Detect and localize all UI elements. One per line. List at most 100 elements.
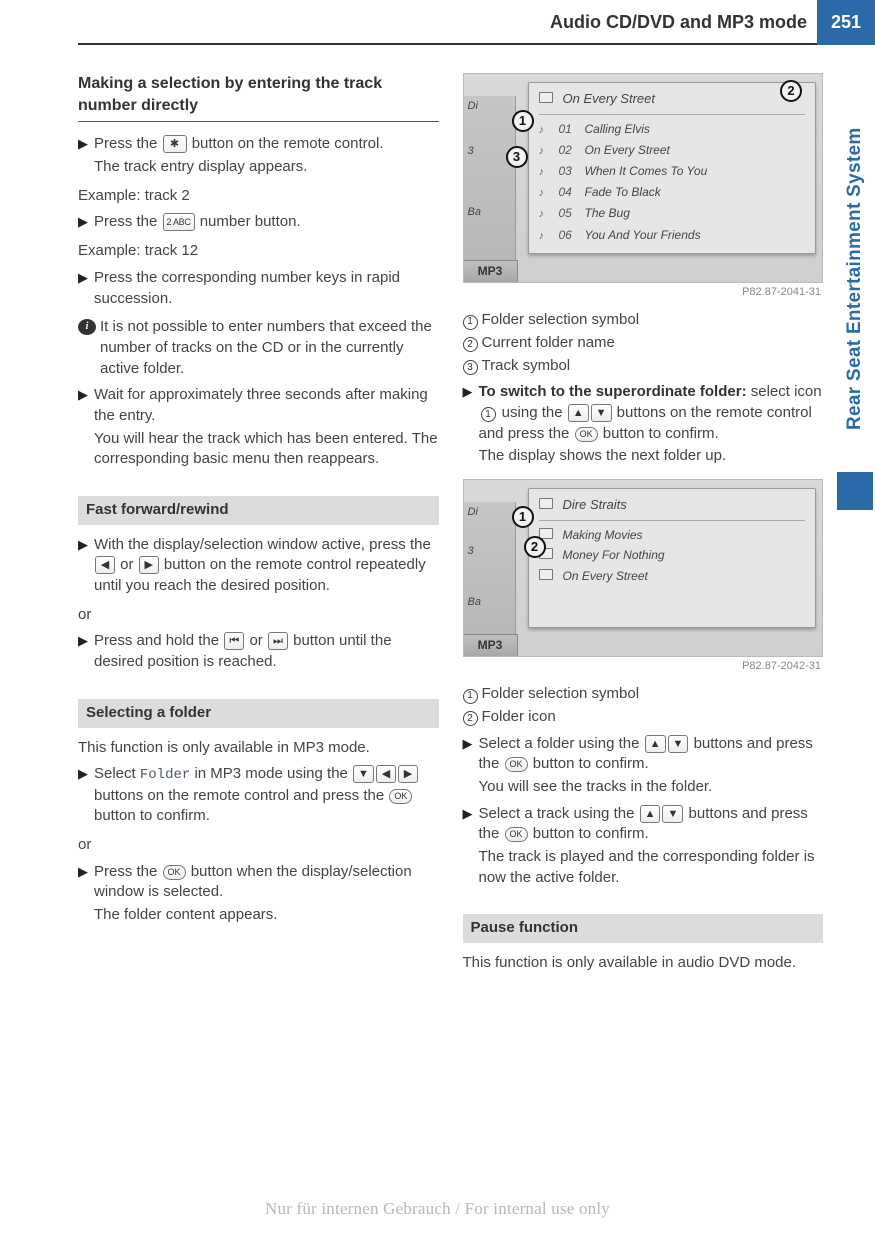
folder-row: Money For Nothing (539, 545, 806, 566)
section-side-tab: Rear Seat Entertainment System (835, 90, 875, 510)
text: It is not possible to enter numbers that… (100, 317, 439, 379)
side-tab-block (837, 472, 873, 510)
text: Select (94, 765, 140, 782)
left-arrow-button-icon: ◀ (376, 765, 396, 783)
text: button to confirm. (533, 825, 649, 842)
text: Press the (94, 135, 162, 152)
footer-watermark: Nur für internen Gebrauch / For internal… (0, 1199, 875, 1219)
step: ▶ With the display/selection window acti… (78, 535, 439, 597)
mp3-tag: MP3 (464, 260, 518, 282)
header-title: Audio CD/DVD and MP3 mode (78, 0, 817, 45)
or-label: or (78, 835, 439, 856)
step-arrow-icon: ▶ (78, 764, 94, 827)
example-label: Example: track 2 (78, 186, 439, 207)
up-arrow-button-icon: ▲ (568, 404, 589, 422)
text: or (249, 632, 267, 649)
text: The track is played and the correspondin… (479, 847, 824, 888)
callout-1: 1 (512, 110, 534, 132)
step: ▶ Press the 2 ABC number button. (78, 212, 439, 233)
figure-title: On Every Street (563, 90, 655, 108)
ref-1-icon: 1 (463, 315, 478, 330)
text: buttons on the remote control and press … (94, 787, 388, 804)
text: Folder icon (482, 707, 824, 728)
track-row: 04Fade To Black (539, 182, 806, 203)
text: Folder selection symbol (482, 684, 824, 705)
text: button to confirm. (603, 425, 719, 442)
down-arrow-button-icon: ▼ (353, 765, 374, 783)
left-column: Making a selection by entering the track… (78, 73, 443, 978)
figure-legend-1: 1 Folder selection symbol 2 Current folder… (463, 310, 824, 376)
menu-item-folder: Folder (140, 767, 190, 783)
note-icon (539, 142, 553, 159)
text: Press the (94, 863, 162, 880)
text: This function is only available in MP3 m… (78, 738, 439, 759)
step-arrow-icon: ▶ (78, 212, 94, 233)
figure-left-strip: Di 3 Ba (464, 502, 516, 634)
step-arrow-icon: ▶ (463, 382, 479, 444)
step: ▶ Press the corresponding number keys in… (78, 268, 439, 309)
page-number: 251 (817, 0, 875, 45)
text: Wait for approximately three seconds aft… (94, 385, 439, 426)
text: number button. (200, 213, 301, 230)
note-icon (539, 163, 553, 180)
ok-button-icon: OK (575, 427, 598, 442)
text: Select a folder using the (479, 735, 644, 752)
star-button-icon: ✱ (163, 135, 187, 153)
folder-icon (539, 495, 557, 516)
down-arrow-button-icon: ▼ (668, 735, 689, 753)
step-arrow-icon: ▶ (78, 862, 94, 903)
text: button to confirm. (94, 807, 210, 824)
text: or (120, 556, 138, 573)
side-tab-label: Rear Seat Entertainment System (844, 90, 866, 468)
up-arrow-button-icon: ▲ (645, 735, 666, 753)
figure-legend-2: 1Folder selection symbol 2Folder icon (463, 684, 824, 727)
section-title-pause: Pause function (463, 914, 824, 943)
track-row: 05The Bug (539, 203, 806, 224)
example-label: Example: track 12 (78, 241, 439, 262)
step-arrow-icon: ▶ (78, 385, 94, 426)
figure-caption: P82.87-2042-31 (463, 659, 824, 674)
ok-button-icon: OK (505, 757, 528, 772)
page-header: Audio CD/DVD and MP3 mode 251 (0, 0, 875, 45)
right-arrow-button-icon: ▶ (139, 556, 159, 574)
step: ▶ To switch to the superordinate folder:… (463, 382, 824, 444)
down-arrow-button-icon: ▼ (662, 805, 683, 823)
text-bold: To switch to the superordinate folder: (479, 383, 747, 400)
text: This function is only available in audio… (463, 953, 824, 974)
note-icon (539, 227, 553, 244)
ok-button-icon: OK (163, 865, 186, 880)
folder-icon (539, 568, 557, 585)
step: ▶ Press and hold the ⏮ or ⏭ button until… (78, 631, 439, 672)
ref-3-icon: 3 (463, 360, 478, 375)
text: The track entry display appears. (94, 157, 439, 178)
up-arrow-button-icon: ▲ (640, 805, 661, 823)
text: Select a track using the (479, 805, 639, 822)
text: With the display/selection window active… (94, 536, 431, 553)
text: using the (502, 404, 567, 421)
note-icon (539, 184, 553, 201)
text: Current folder name (482, 333, 824, 354)
ref-2-icon: 2 (463, 337, 478, 352)
figure-caption: P82.87-2041-31 (463, 285, 824, 300)
down-arrow-button-icon: ▼ (591, 404, 612, 422)
text: button to confirm. (533, 755, 649, 772)
callout-2: 2 (524, 536, 546, 558)
ref-1-icon: 1 (481, 407, 496, 422)
step-arrow-icon: ▶ (78, 631, 94, 672)
text: Ba (464, 202, 515, 223)
callout-2: 2 (780, 80, 802, 102)
step-arrow-icon: ▶ (78, 134, 94, 155)
left-arrow-button-icon: ◀ (95, 556, 115, 574)
ok-button-icon: OK (505, 827, 528, 842)
step: ▶ Select a track using the ▲▼ buttons an… (463, 804, 824, 845)
track-row: 06You And Your Friends (539, 225, 806, 246)
step: ▶ Wait for approximately three seconds a… (78, 385, 439, 426)
ref-2-icon: 2 (463, 711, 478, 726)
skip-back-button-icon: ⏮ (224, 632, 244, 650)
text: Di (464, 96, 515, 117)
step-arrow-icon: ▶ (463, 734, 479, 775)
right-arrow-button-icon: ▶ (398, 765, 418, 783)
mp3-tag: MP3 (464, 634, 518, 656)
step: ▶ Press the ✱ button on the remote contr… (78, 134, 439, 155)
text: Folder selection symbol (482, 310, 824, 331)
